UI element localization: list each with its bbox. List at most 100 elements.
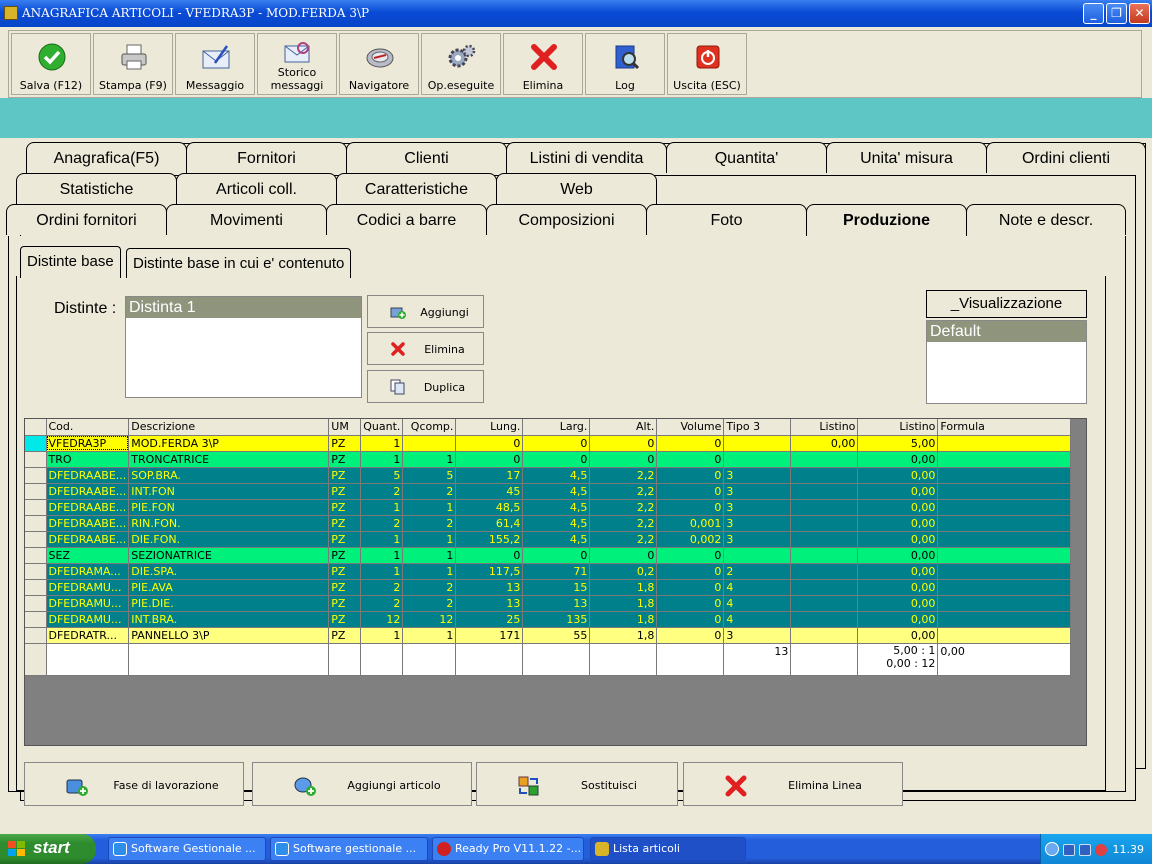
cell-formula[interactable] <box>937 563 1072 580</box>
cell-larg[interactable]: 0 <box>522 435 591 452</box>
cell-listino[interactable]: 0,00 <box>790 435 859 452</box>
row-indicator[interactable] <box>25 563 47 580</box>
list-item[interactable]: Distinta 1 <box>126 297 361 318</box>
operations-button[interactable]: Op.eseguite <box>421 33 501 95</box>
delete-button[interactable]: Elimina <box>503 33 583 95</box>
cell-quant[interactable]: 1 <box>360 627 404 644</box>
row-indicator[interactable] <box>25 627 47 644</box>
cell-um[interactable]: PZ <box>328 515 362 532</box>
cell-listino[interactable] <box>790 515 859 532</box>
cell-quant[interactable]: 1 <box>360 531 404 548</box>
cell-alt[interactable]: 2,2 <box>589 531 658 548</box>
cell-tipo3[interactable]: 4 <box>723 579 792 596</box>
cell-descrizione[interactable]: MOD.FERDA 3\P <box>128 435 330 452</box>
visualizzazione-list[interactable]: Default <box>926 320 1087 404</box>
print-button[interactable]: Stampa (F9) <box>93 33 173 95</box>
save-button[interactable]: Salva (F12) <box>11 33 91 95</box>
tab-unita-misura[interactable]: Unita' misura <box>826 142 987 173</box>
cell-qcomp[interactable]: 2 <box>402 579 457 596</box>
distinte-list[interactable]: Distinta 1 <box>125 296 362 398</box>
maximize-button[interactable]: ❐ <box>1106 3 1127 24</box>
cell-formula[interactable] <box>937 627 1072 644</box>
cell-lung[interactable]: 61,4 <box>455 515 524 532</box>
tab-movimenti[interactable]: Movimenti <box>166 204 327 235</box>
cell-volume[interactable]: 0 <box>656 547 725 564</box>
cell-quant[interactable]: 12 <box>360 611 404 628</box>
tab-web[interactable]: Web <box>496 173 657 204</box>
cell-listino-2[interactable]: 0,00 <box>857 451 939 468</box>
cell-descrizione[interactable]: INT.FON <box>128 483 330 500</box>
cell-volume[interactable]: 0,001 <box>656 515 725 532</box>
cell-larg[interactable]: 4,5 <box>522 531 591 548</box>
cell-tipo3[interactable]: 3 <box>723 531 792 548</box>
cell-quant[interactable]: 5 <box>360 467 404 484</box>
cell-listino[interactable] <box>790 627 859 644</box>
table-row[interactable]: DFEDRAABE... DIE.FON. PZ 1 1 155,2 4,5 2,2 0,002… <box>25 531 1072 548</box>
antivirus-icon[interactable] <box>1095 844 1107 856</box>
cell-tipo3[interactable]: 2 <box>723 563 792 580</box>
cell-qcomp[interactable]: 2 <box>402 595 457 612</box>
cell-formula[interactable] <box>937 531 1072 548</box>
cell-larg[interactable]: 13 <box>522 595 591 612</box>
cell-volume[interactable]: 0,002 <box>656 531 725 548</box>
task-lista-articoli[interactable]: Lista articoli <box>590 837 746 861</box>
cell-lung[interactable]: 117,5 <box>455 563 524 580</box>
cell-alt[interactable]: 2,2 <box>589 499 658 516</box>
cell-volume[interactable]: 0 <box>656 467 725 484</box>
row-indicator[interactable] <box>25 531 47 548</box>
cell-listino-2[interactable]: 0,00 <box>857 547 939 564</box>
task-ready-pro[interactable]: Ready Pro V11.1.22 -... <box>432 837 584 861</box>
col-header-descrizione[interactable]: Descrizione <box>128 419 330 436</box>
cell-formula[interactable] <box>937 483 1072 500</box>
cell-cod[interactable]: DFEDRATR... <box>46 627 130 644</box>
replace-button[interactable]: Sostituisci <box>476 762 678 806</box>
row-indicator[interactable] <box>25 515 47 532</box>
cell-formula[interactable] <box>937 515 1072 532</box>
cell-cod[interactable]: DFEDRAMU... <box>46 595 130 612</box>
cell-larg[interactable]: 71 <box>522 563 591 580</box>
minimize-button[interactable]: _ <box>1083 3 1104 24</box>
cell-qcomp[interactable] <box>402 435 457 452</box>
cell-listino-2[interactable]: 0,00 <box>857 515 939 532</box>
cell-listino[interactable] <box>790 451 859 468</box>
tab-caratteristiche[interactable]: Caratteristiche <box>336 173 497 204</box>
tab-statistiche[interactable]: Statistiche <box>16 173 177 204</box>
cell-cod[interactable]: SEZ <box>46 547 130 564</box>
cell-descrizione[interactable]: TRONCATRICE <box>128 451 330 468</box>
cell-larg[interactable]: 135 <box>522 611 591 628</box>
cell-listino[interactable] <box>790 467 859 484</box>
network-icon[interactable] <box>1063 844 1075 856</box>
cell-formula[interactable] <box>937 435 1072 452</box>
cell-volume[interactable]: 0 <box>656 451 725 468</box>
cell-descrizione[interactable]: SOP.BRA. <box>128 467 330 484</box>
cell-um[interactable]: PZ <box>328 435 362 452</box>
cell-descrizione[interactable]: PIE.FON <box>128 499 330 516</box>
col-header-listino-2[interactable]: Listino <box>857 419 939 436</box>
cell-volume[interactable]: 0 <box>656 627 725 644</box>
navigator-button[interactable]: Navigatore <box>339 33 419 95</box>
cell-alt[interactable]: 0,2 <box>589 563 658 580</box>
cell-cod[interactable]: DFEDRAMA... <box>46 563 130 580</box>
cell-formula[interactable] <box>937 451 1072 468</box>
cell-um[interactable]: PZ <box>328 451 362 468</box>
tab-ordini-clienti[interactable]: Ordini clienti <box>986 142 1146 173</box>
cell-cod[interactable]: DFEDRAABE... <box>46 515 130 532</box>
tab-quantita[interactable]: Quantita' <box>666 142 827 173</box>
cell-quant[interactable]: 1 <box>360 435 404 452</box>
cell-formula[interactable] <box>937 547 1072 564</box>
cell-lung[interactable]: 48,5 <box>455 499 524 516</box>
col-header-cod[interactable]: Cod. <box>46 419 130 436</box>
tab-articoli-coll[interactable]: Articoli coll. <box>176 173 337 204</box>
cell-um[interactable]: PZ <box>328 499 362 516</box>
cell-um[interactable]: PZ <box>328 467 362 484</box>
cell-volume[interactable]: 0 <box>656 579 725 596</box>
add-article-button[interactable]: Aggiungi articolo <box>252 762 472 806</box>
cell-quant[interactable]: 1 <box>360 547 404 564</box>
cell-listino-2[interactable]: 5,00 <box>857 435 939 452</box>
cell-cod[interactable]: TRO <box>46 451 130 468</box>
cell-listino[interactable] <box>790 531 859 548</box>
row-indicator[interactable] <box>25 595 47 612</box>
cell-um[interactable]: PZ <box>328 483 362 500</box>
add-phase-button[interactable]: Fase di lavorazione <box>24 762 244 806</box>
cell-tipo3[interactable] <box>723 435 792 452</box>
